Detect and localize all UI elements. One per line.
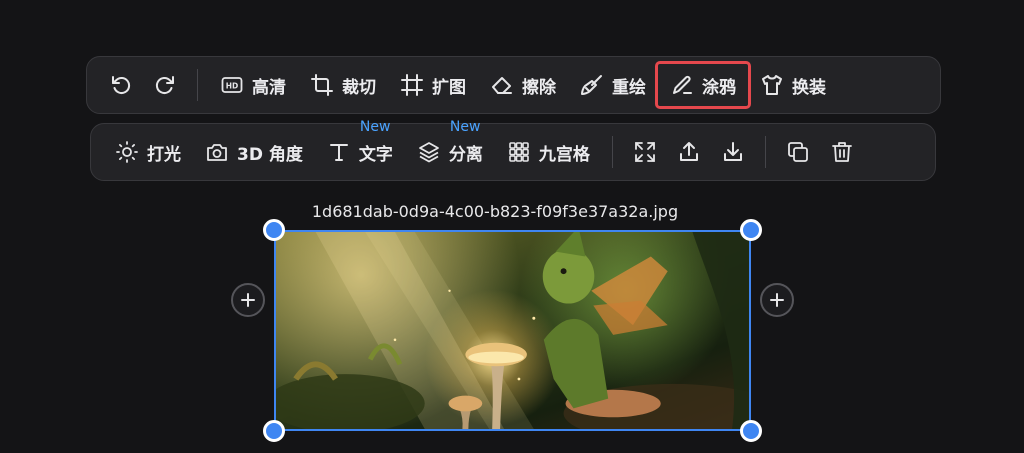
- eraser-icon: [492, 77, 512, 94]
- lighting-tool-button[interactable]: 打光: [103, 131, 193, 173]
- doodle-tool-button[interactable]: 涂鸦: [655, 61, 751, 109]
- copy-button[interactable]: [776, 131, 820, 173]
- resize-handle-top-right[interactable]: [740, 219, 762, 241]
- new-badge: New: [359, 119, 391, 135]
- nine-grid-tool-button[interactable]: 九宫格: [495, 131, 602, 173]
- text-icon: [329, 144, 348, 161]
- resize-handle-bottom-right[interactable]: [740, 420, 762, 442]
- bottom-toolbar: 打光 3D 角度 文字 New 分离 New 九宫格: [90, 119, 936, 181]
- svg-text:HD: HD: [226, 82, 239, 91]
- resize-handle-bottom-left[interactable]: [263, 420, 285, 442]
- delete-button[interactable]: [820, 131, 864, 173]
- plus-icon: [770, 293, 784, 307]
- upload-button[interactable]: [667, 131, 711, 173]
- toolbar-divider: [197, 69, 198, 101]
- erase-tool-label: 擦除: [522, 77, 556, 98]
- top-toolbar: HD 高清 裁切 扩图 擦除 重绘 涂鸦 换装: [86, 56, 941, 114]
- text-tool-label: 文字: [358, 144, 393, 165]
- expand-tool-button[interactable]: 扩图: [388, 64, 478, 106]
- angle-3d-tool-label: 3D 角度: [237, 144, 303, 165]
- separate-tool-button[interactable]: 分离 New: [405, 119, 495, 173]
- shirt-icon: [762, 75, 782, 95]
- undo-button[interactable]: [99, 64, 143, 106]
- sun-icon: [116, 141, 138, 163]
- redo-button[interactable]: [143, 64, 187, 106]
- pencil-icon: [673, 75, 692, 94]
- crop-icon: [311, 74, 333, 96]
- download-button[interactable]: [711, 131, 755, 173]
- add-left-button[interactable]: [231, 283, 265, 317]
- image-filename: 1d681dab-0d9a-4c00-b823-f09f3e37a32a.jpg: [311, 202, 679, 221]
- canvas-image[interactable]: [274, 230, 751, 431]
- trash-icon: [831, 142, 852, 162]
- toolbar-divider: [611, 136, 613, 168]
- brush-icon: [581, 75, 602, 95]
- grid-icon: [509, 142, 529, 162]
- upload-icon: [679, 142, 698, 161]
- resize-handle-top-left[interactable]: [263, 219, 285, 241]
- redraw-tool-button[interactable]: 重绘: [568, 64, 658, 106]
- expand-frame-icon: [401, 74, 423, 96]
- nine-grid-tool-label: 九宫格: [538, 144, 590, 165]
- hd-tool-button[interactable]: HD 高清: [208, 64, 298, 106]
- download-icon: [723, 142, 742, 161]
- camera-icon: [207, 144, 227, 161]
- crop-tool-button[interactable]: 裁切: [298, 64, 388, 106]
- redraw-tool-label: 重绘: [612, 77, 646, 98]
- crop-tool-label: 裁切: [342, 77, 376, 98]
- outfit-tool-label: 换装: [792, 77, 826, 98]
- angle-3d-tool-button[interactable]: 3D 角度: [193, 131, 315, 173]
- hd-tool-label: 高清: [252, 77, 286, 98]
- expand-tool-label: 扩图: [432, 77, 466, 98]
- copy-icon: [787, 142, 808, 162]
- outfit-tool-button[interactable]: 换装: [748, 64, 838, 106]
- separate-tool-label: 分离: [448, 144, 483, 165]
- undo-icon: [112, 76, 131, 95]
- plus-icon: [241, 293, 255, 307]
- fullscreen-icon: [634, 142, 655, 162]
- erase-tool-button[interactable]: 擦除: [478, 64, 568, 106]
- doodle-tool-label: 涂鸦: [702, 77, 736, 98]
- lighting-tool-label: 打光: [147, 144, 181, 165]
- new-badge: New: [449, 119, 481, 135]
- toolbar-divider: [764, 136, 766, 168]
- fullscreen-button[interactable]: [623, 131, 667, 173]
- layers-icon: [418, 142, 439, 163]
- redo-icon: [155, 76, 174, 95]
- add-right-button[interactable]: [760, 283, 794, 317]
- text-tool-button[interactable]: 文字 New: [315, 119, 405, 173]
- hd-icon: HD: [221, 77, 243, 93]
- fairy-image-illustration: [276, 232, 749, 429]
